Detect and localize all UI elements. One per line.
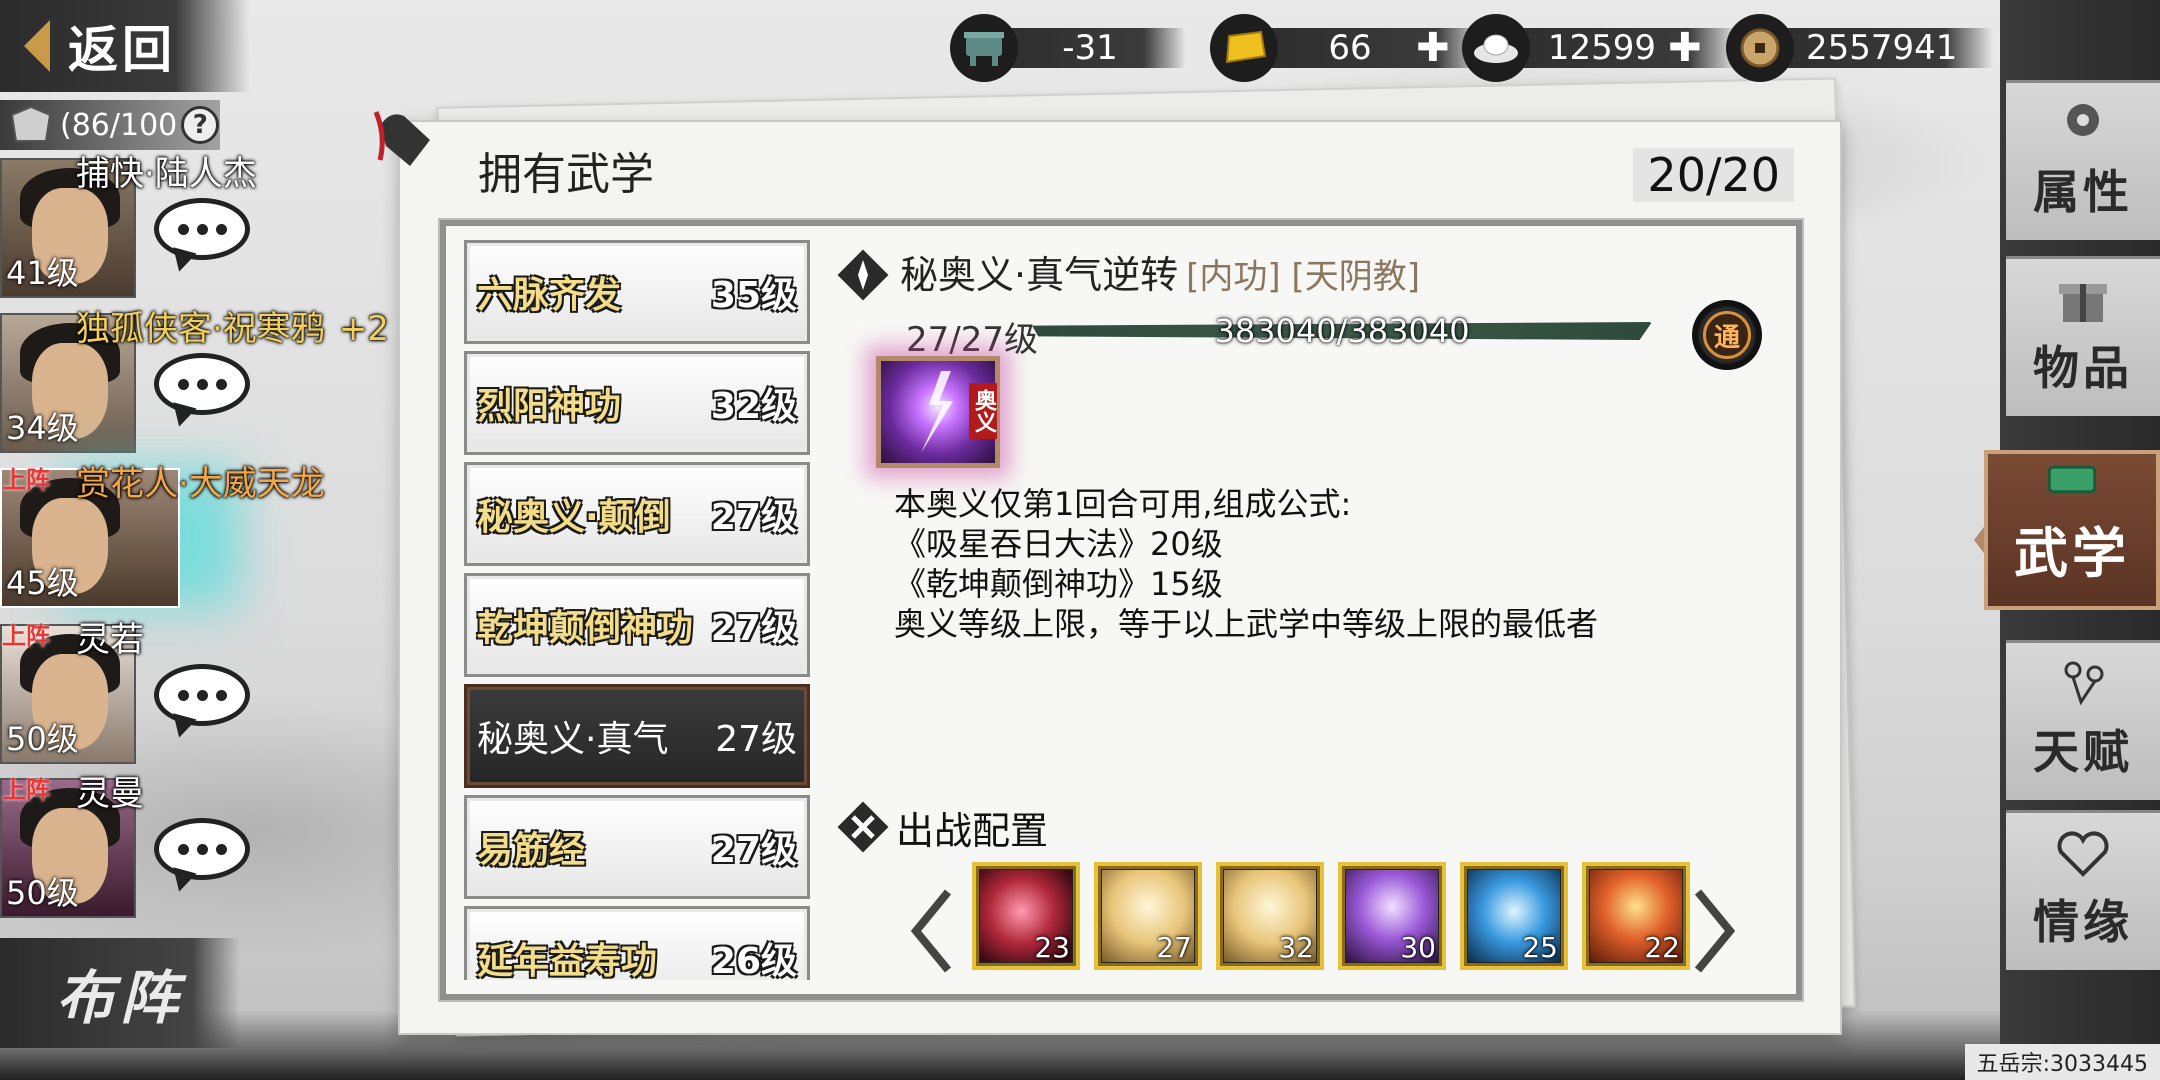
nav-tab-talents[interactable]: 天赋 bbox=[2006, 640, 2160, 800]
copper-coin-icon bbox=[1726, 14, 1794, 82]
skill-list-item[interactable]: 六脉齐发 35级 bbox=[464, 240, 810, 344]
battle-slot[interactable]: 30 bbox=[1338, 862, 1446, 970]
branch-icon bbox=[2064, 661, 2104, 706]
currency-value: 66 bbox=[1328, 28, 1372, 68]
panel-content: 六脉齐发 35级 烈阳神功 32级 秘奥义·颠倒 27级 乾坤颠倒神功 27级 秘奥义·… bbox=[438, 218, 1804, 1002]
add-gold-button[interactable]: ✚ bbox=[1416, 25, 1450, 71]
hero-upgrade-plus: +2 bbox=[338, 309, 389, 349]
back-button[interactable]: 返回 bbox=[0, 0, 250, 92]
hero-card[interactable]: 34级 独孤侠客·祝寒鸦 +2 bbox=[0, 305, 389, 453]
formation-label: 布阵 bbox=[55, 964, 184, 1032]
skill-list-item[interactable]: 延年益寿功 26级 bbox=[464, 906, 810, 980]
back-label: 返回 bbox=[68, 21, 176, 79]
martial-arts-panel: 拥有武学 20/20 六脉齐发 35级 烈阳神功 32级 秘奥义·颠倒 27级 乾坤颠… bbox=[373, 111, 1842, 1035]
skill-count: 20/20 bbox=[1633, 148, 1794, 202]
battle-slot[interactable]: 32 bbox=[1216, 862, 1324, 970]
hero-name: 赏花人·大威天龙 bbox=[76, 464, 325, 504]
hero-level: 45级 bbox=[6, 564, 79, 602]
add-silver-button[interactable]: ✚ bbox=[1668, 25, 1702, 71]
hero-card[interactable]: 50级 上阵 灵若 bbox=[0, 616, 260, 764]
jade-book-icon bbox=[2047, 465, 2097, 494]
mastery-badge-text: 通 bbox=[1703, 311, 1751, 359]
skill-list-item[interactable]: 烈阳神功 32级 bbox=[464, 351, 810, 455]
skill-list-item[interactable]: 易筋经 27级 bbox=[464, 795, 810, 899]
skill-tags: [内功] [天阴教] bbox=[1186, 257, 1420, 297]
lightning-fist-icon: 奥义 bbox=[876, 356, 1000, 468]
nav-tab-martial-arts[interactable]: 武学 bbox=[1984, 450, 2160, 610]
battle-config-title: 出战配置 bbox=[896, 809, 1049, 853]
currency-value: 12599 bbox=[1547, 28, 1657, 68]
hero-card-selected[interactable]: 45级 上阵 赏花人·大威天龙 bbox=[0, 460, 325, 608]
currency-silver: 12599 ✚ bbox=[1462, 14, 1738, 82]
nav-tab-attributes[interactable]: 属性 bbox=[2006, 80, 2160, 240]
server-id: 五岳宗:3033445 bbox=[1964, 1044, 2160, 1080]
battle-slots: 23 27 32 30 25 22 bbox=[972, 862, 1690, 970]
skill-level: 27/27级 bbox=[906, 320, 1038, 360]
skill-list[interactable]: 六脉齐发 35级 烈阳神功 32级 秘奥义·颠倒 27级 乾坤颠倒神功 27级 秘奥义·… bbox=[464, 240, 810, 980]
battle-slot[interactable]: 25 bbox=[1460, 862, 1568, 970]
hero-card[interactable]: 41级 捕快·陆人杰 bbox=[0, 150, 260, 298]
hero-level: 50级 bbox=[6, 874, 79, 912]
battle-slot[interactable]: 27 bbox=[1094, 862, 1202, 970]
formation-button[interactable]: 布阵 bbox=[0, 938, 240, 1048]
skill-description: 本奥义仅第1回合可用,组成公式: 《吸星吞日大法》20级 《乾坤颠倒神功》15级… bbox=[894, 485, 1599, 643]
on-team-badge: 上阵 bbox=[2, 776, 50, 804]
skill-detail-title: 秘奥义·真气逆转 [内功] [天阴教] bbox=[900, 253, 1420, 297]
chat-bubble-icon[interactable] bbox=[154, 353, 250, 415]
experience-text: 383040/383040 bbox=[1214, 312, 1470, 350]
hero-name: 灵若 bbox=[76, 620, 144, 660]
battle-slot[interactable]: 23 bbox=[972, 862, 1080, 970]
crossed-swords-icon bbox=[837, 801, 889, 853]
skill-list-item[interactable]: 乾坤颠倒神功 27级 bbox=[464, 573, 810, 677]
heart-knot-icon bbox=[2057, 831, 2109, 877]
panel-title: 拥有武学 bbox=[478, 149, 654, 200]
chevron-left-icon[interactable] bbox=[906, 886, 956, 976]
chat-bubble-icon[interactable] bbox=[154, 664, 250, 726]
nav-tab-bonds[interactable]: 情缘 bbox=[2006, 810, 2160, 970]
currency-vessel: -31 bbox=[950, 14, 1186, 82]
gift-box-icon bbox=[2059, 284, 2107, 322]
battle-slot[interactable]: 22 bbox=[1582, 862, 1690, 970]
hero-card[interactable]: 50级 上阵 灵曼 bbox=[0, 770, 260, 918]
armor-icon bbox=[10, 105, 52, 142]
on-team-badge: 上阵 bbox=[2, 466, 50, 494]
currency-gold: 66 ✚ bbox=[1210, 14, 1486, 82]
hero-level: 41级 bbox=[6, 254, 79, 292]
hero-name: 捕快·陆人杰 bbox=[76, 154, 257, 194]
on-team-badge: 上阵 bbox=[2, 622, 50, 650]
skill-list-item-selected[interactable]: 秘奥义·真气 27级 bbox=[464, 684, 810, 788]
chat-bubble-icon[interactable] bbox=[154, 198, 250, 260]
hero-name: 独孤侠客·祝寒鸦 +2 bbox=[76, 309, 389, 349]
currency-value: 2557941 bbox=[1806, 28, 1958, 68]
silver-ingot-icon bbox=[1462, 14, 1530, 82]
bronze-vessel-icon bbox=[950, 14, 1018, 82]
currency-copper: 2557941 bbox=[1726, 14, 1994, 82]
roster-count-text: (86/100 bbox=[60, 107, 178, 143]
roster-count: (86/100 ? bbox=[0, 100, 220, 150]
skill-list-item[interactable]: 秘奥义·颠倒 27级 bbox=[464, 462, 810, 566]
chevron-left-icon bbox=[24, 20, 50, 72]
diamond-shuriken-icon bbox=[837, 249, 889, 301]
dart-emblem-icon bbox=[373, 111, 430, 166]
nav-tab-items[interactable]: 物品 bbox=[2006, 256, 2160, 416]
currency-value: -31 bbox=[1062, 28, 1118, 68]
mastery-badge[interactable]: 通 bbox=[1692, 300, 1762, 370]
ultimate-tag: 奥义 bbox=[969, 383, 997, 439]
help-button[interactable]: ? bbox=[181, 106, 220, 144]
chevron-right-icon[interactable] bbox=[1690, 886, 1740, 976]
hero-level: 50级 bbox=[6, 720, 79, 758]
gold-bar-icon bbox=[1210, 14, 1278, 82]
hero-name: 灵曼 bbox=[76, 774, 144, 814]
flower-icon bbox=[2067, 104, 2099, 136]
chat-bubble-icon[interactable] bbox=[154, 818, 250, 880]
hero-level: 34级 bbox=[6, 409, 79, 447]
